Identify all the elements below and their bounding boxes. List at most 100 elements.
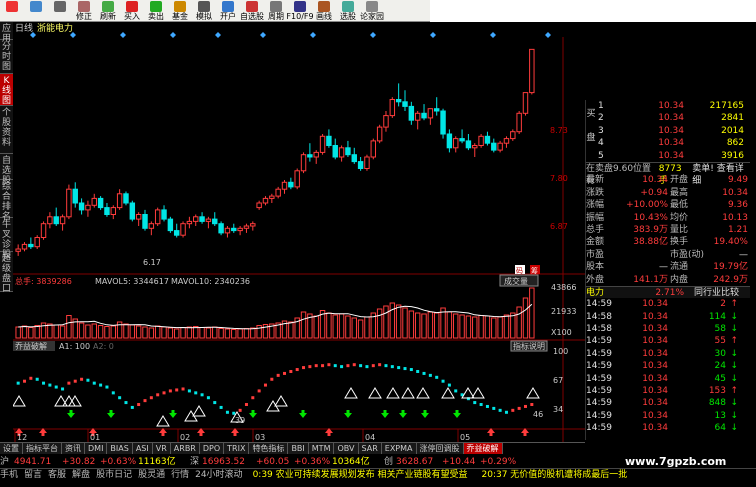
position-action[interactable]: 卖单! 查看详细 bbox=[692, 163, 750, 186]
candle-body bbox=[123, 193, 129, 204]
status-link-3[interactable]: 客服 bbox=[48, 469, 66, 487]
stat-value: 242.9万 bbox=[713, 274, 748, 285]
side-tab-8[interactable]: 超级盘口 bbox=[0, 252, 13, 294]
indicator-tab-13[interactable]: MTM bbox=[308, 443, 335, 454]
ask-level-row[interactable]: 5 10.34 3916 bbox=[598, 150, 748, 162]
status-link-5[interactable]: 股市日记 bbox=[96, 469, 132, 487]
stat-key: 市盈(动) bbox=[670, 249, 705, 260]
indicator-tab-10[interactable]: TRIX bbox=[224, 443, 250, 454]
indicator-tab-9[interactable]: DPO bbox=[199, 443, 225, 454]
sz-change: +60.05 bbox=[256, 457, 290, 467]
indicator-tab-15[interactable]: SAR bbox=[358, 443, 382, 454]
side-tab-2[interactable]: 分时图 bbox=[0, 40, 13, 74]
toolbar-button-15[interactable]: 选股 bbox=[336, 0, 360, 22]
ask-level-row[interactable]: 1 10.34 217165 bbox=[598, 100, 748, 112]
tick-price: 10.34 bbox=[642, 398, 668, 409]
industry-compare-link[interactable]: 同行业比较 bbox=[694, 287, 739, 298]
volume-tick-high: 43866 bbox=[551, 283, 576, 292]
tick-volume: 45 bbox=[714, 373, 726, 384]
candle-body bbox=[313, 151, 319, 158]
side-tab-3[interactable]: K线图 bbox=[0, 74, 13, 106]
indicator-point bbox=[194, 391, 198, 395]
indicator-tab-8[interactable]: ARBR bbox=[170, 443, 200, 454]
indicator-tab-7[interactable]: VR bbox=[152, 443, 171, 454]
status-link-2[interactable]: 留言 bbox=[24, 469, 42, 487]
toolbar-button-1[interactable] bbox=[0, 0, 24, 22]
volume-bar bbox=[478, 315, 484, 339]
toolbar-button-12[interactable]: 周期 bbox=[264, 0, 288, 22]
side-tab-4[interactable]: 个股资料 bbox=[0, 106, 13, 154]
ask-price: 10.34 bbox=[658, 125, 684, 136]
volume-bar bbox=[338, 313, 345, 339]
indicator-tab-4[interactable]: DMI bbox=[85, 443, 108, 454]
toolbar-button-13[interactable]: F10/F9 bbox=[286, 0, 314, 22]
toolbar-button-3[interactable] bbox=[48, 0, 72, 22]
indicator-tab-14[interactable]: OBV bbox=[334, 443, 359, 454]
indicator-title: 乔益破解 bbox=[15, 341, 47, 351]
toolbar-button-14[interactable]: 画线 bbox=[312, 0, 336, 22]
indicator-tab-2[interactable]: 指标平台 bbox=[23, 443, 62, 454]
side-tab-7[interactable]: 牛叉诊股 bbox=[0, 218, 13, 260]
toolbar-button-8[interactable]: 基金 bbox=[168, 0, 192, 22]
ask-price: 10.34 bbox=[658, 113, 684, 124]
indicator-tab-12[interactable]: BBI bbox=[288, 443, 309, 454]
candle-body bbox=[345, 147, 351, 156]
status-link-8[interactable]: 24小时滚动 bbox=[195, 469, 242, 487]
news-ticker-2[interactable]: 20:37 无价值的股机遭将成最后一批 bbox=[482, 469, 628, 487]
toolbar-button-9[interactable]: 模拟 bbox=[192, 0, 216, 22]
kline-chart-panel[interactable]: 日线 浙能电力 8.73 7.80 6.87 6.17 码 筹 总手: 3839… bbox=[13, 22, 585, 442]
tick-volume: 30 bbox=[714, 348, 726, 359]
ask-level-row[interactable]: 2 10.34 2841 bbox=[598, 112, 748, 124]
indicator-tab-18[interactable]: 乔益破解 bbox=[463, 443, 503, 454]
volume-bar bbox=[59, 325, 66, 339]
tick-row: 14:59 10.34 64 ↓ bbox=[586, 422, 750, 434]
indicator-tab-11[interactable]: 特色指标 bbox=[249, 443, 289, 454]
candle-body bbox=[237, 227, 243, 232]
stat-value: — bbox=[659, 262, 668, 273]
position-notice[interactable]: 在卖盘9.60位置有 8773手 卖单! 查看详细 bbox=[586, 162, 750, 186]
status-link-7[interactable]: 行情 bbox=[171, 469, 189, 487]
toolbar-button-16[interactable]: 论家园 bbox=[360, 0, 384, 22]
status-link-4[interactable]: 解盘 bbox=[72, 469, 90, 487]
ask-level-row[interactable]: 4 10.34 862 bbox=[598, 137, 748, 149]
news-ticker-1[interactable]: 0:39 农业可持续发展规划发布 相关产业链股有望受益 bbox=[253, 469, 468, 487]
volume-tick-unit: X100 bbox=[551, 328, 572, 337]
indicator-point bbox=[206, 396, 210, 400]
toolbar-button-5[interactable]: 刷新 bbox=[96, 0, 120, 22]
period-label[interactable]: 日线 bbox=[15, 22, 33, 34]
volume-bar bbox=[224, 328, 231, 339]
indicator-tab-16[interactable]: EXPMA bbox=[381, 443, 417, 454]
toolbar-button-10[interactable]: 开户 bbox=[216, 0, 240, 22]
status-link-6[interactable]: 股灵通 bbox=[138, 469, 165, 487]
side-tab-1[interactable]: 应用 bbox=[0, 22, 13, 44]
toolbar-button-6[interactable]: 买入 bbox=[120, 0, 144, 22]
indicator-tab-6[interactable]: ASI bbox=[132, 443, 153, 454]
ask-price: 10.34 bbox=[658, 150, 684, 161]
tick-price: 10.34 bbox=[642, 299, 668, 310]
indicator-point bbox=[416, 369, 420, 373]
volume-bar bbox=[510, 312, 516, 339]
status-links: 手机 留言 客服 解盘 股市日记 股灵通 行情 24小时滚动 bbox=[0, 469, 249, 487]
tick-row: 14:58 10.34 114 ↓ bbox=[586, 311, 750, 323]
volume-bar bbox=[15, 326, 21, 339]
status-link-1[interactable]: 手机 bbox=[0, 469, 18, 487]
toolbar-button-7[interactable]: 卖出 bbox=[144, 0, 168, 22]
toolbar-button-2[interactable] bbox=[24, 0, 48, 22]
buy-icon bbox=[126, 1, 138, 12]
side-tab-6[interactable]: 综合排名 bbox=[0, 180, 13, 222]
ask-level-row[interactable]: 3 10.34 2014 bbox=[598, 125, 748, 137]
volume-bar bbox=[154, 325, 161, 339]
industry-row[interactable]: 电力 2.71% 同行业比较 bbox=[586, 285, 750, 299]
indicator-tab-3[interactable]: 资讯 bbox=[62, 443, 85, 454]
toolbar-button-4[interactable]: 修正 bbox=[72, 0, 96, 22]
indicator-tab-17[interactable]: 涨停回调股 bbox=[416, 443, 464, 454]
volume-bar bbox=[383, 305, 389, 339]
indicator-marker-end: 46 bbox=[533, 410, 543, 419]
indicator-tab-5[interactable]: BIAS bbox=[107, 443, 133, 454]
ask-level: 2 bbox=[598, 113, 604, 124]
month-label: 02 bbox=[180, 433, 190, 442]
toolbar-button-11[interactable]: 自选股 bbox=[240, 0, 264, 22]
candle-body bbox=[503, 138, 510, 144]
indicator-tab-1[interactable]: 设置 bbox=[0, 443, 23, 454]
side-tab-5[interactable]: 自选股 bbox=[0, 154, 13, 186]
